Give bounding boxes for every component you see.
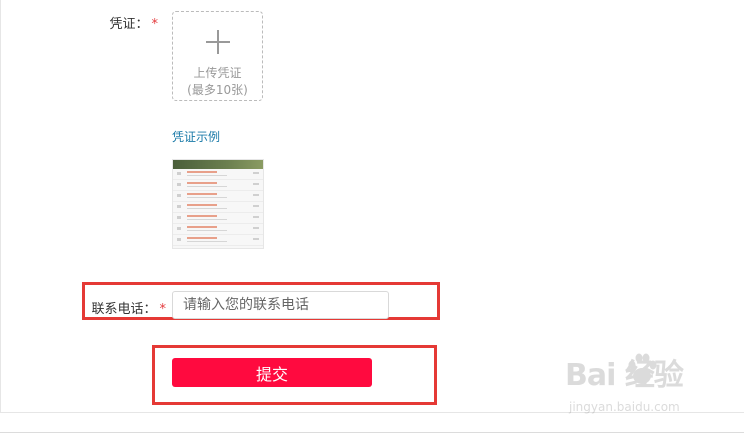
phone-label: 联系电话： * [84,298,166,317]
example-image-row [173,180,263,191]
voucher-label-text: 凭证： [109,17,149,32]
example-image-header [173,160,263,169]
phone-input[interactable] [172,291,389,319]
upload-limit-text: (最多10张) [187,83,248,97]
paw-icon [628,353,657,384]
phone-label-text: 联系电话： [91,302,157,317]
example-image-row [173,169,263,180]
voucher-example-link[interactable]: 凭证示例 [172,128,220,145]
submit-button[interactable]: 提交 [172,358,372,387]
upload-voucher-button[interactable]: 上传凭证 (最多10张) [172,11,263,101]
page-border-left [0,0,1,412]
watermark-url: jingyan.baidu.com [569,400,680,414]
example-image-row [173,224,263,235]
plus-icon [206,30,230,54]
voucher-label: 凭证： * [96,13,158,32]
watermark-brand: Bai 经验 [565,358,684,393]
phone-required-mark: * [159,302,167,317]
voucher-required-mark: * [151,17,159,32]
example-image-row [173,213,263,224]
voucher-example-image[interactable] [172,159,264,249]
example-image-row [173,235,263,246]
example-image-row [173,202,263,213]
upload-voucher-text: 上传凭证 [193,66,242,80]
baidu-watermark: Bai 经验 jingyan.baidu.com [565,350,740,425]
page-divider [0,432,744,433]
example-image-row [173,191,263,202]
